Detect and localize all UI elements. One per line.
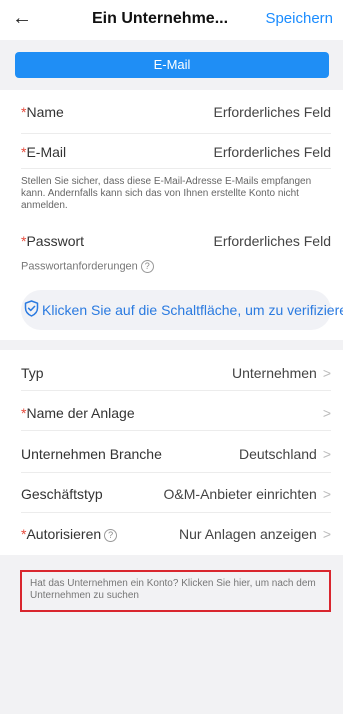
password-requirements[interactable]: Passwortanforderungen?	[21, 260, 154, 273]
business-type-value: O&M-Anbieter einrichten >	[164, 486, 331, 502]
chevron-right-icon: >	[322, 446, 331, 462]
type-value-text: Unternehmen	[231, 365, 317, 381]
email-label: *E-Mail	[21, 144, 66, 160]
type-label: Typ	[21, 365, 44, 381]
details-section: Typ Unternehmen > *Name der Anlage > Unte…	[0, 350, 343, 555]
authorize-value: Nur Anlagen anzeigen >	[179, 526, 331, 542]
password-label: *Passwort	[21, 233, 84, 249]
email-input[interactable]: Erforderliches Feld	[214, 144, 332, 160]
name-label-text: Name	[26, 104, 64, 120]
authorize-label: *Autorisieren?	[21, 526, 118, 542]
question-icon[interactable]: ?	[140, 260, 154, 273]
divider	[21, 512, 331, 513]
authorize-label-text: Autorisieren	[26, 526, 102, 542]
divider	[21, 472, 331, 473]
divider	[21, 168, 331, 169]
verify-button[interactable]: Klicken Sie auf die Schaltfläche, um zu …	[21, 290, 343, 330]
search-company-hint[interactable]: Hat das Unternehmen ein Konto? Klicken S…	[20, 570, 331, 612]
question-icon[interactable]: ?	[104, 528, 118, 542]
password-requirements-text: Passwortanforderungen	[21, 260, 138, 273]
section-gap	[0, 340, 343, 350]
tab-bar: E-Mail	[0, 40, 343, 90]
branch-label: Unternehmen Branche	[21, 446, 162, 462]
account-section: *Name Erforderliches Feld *E-Mail Erford…	[0, 90, 343, 340]
name-input[interactable]: Erforderliches Feld	[214, 104, 332, 120]
chevron-right-icon: >	[322, 486, 331, 502]
verify-label: Klicken Sie auf die Schaltfläche, um zu …	[42, 302, 343, 318]
password-input[interactable]: Erforderliches Feld	[214, 233, 332, 249]
type-value: Unternehmen >	[232, 365, 331, 381]
shield-check-icon	[24, 300, 39, 317]
authorize-value-text: Nur Anlagen anzeigen	[179, 526, 317, 542]
divider	[21, 390, 331, 391]
tab-email[interactable]: E-Mail	[15, 52, 329, 78]
name-label: *Name	[21, 104, 64, 120]
email-helper-text: Stellen Sie sicher, dass diese E-Mail-Ad…	[21, 176, 312, 211]
branch-value-text: Deutschland	[238, 446, 317, 462]
business-type-label: Geschäftstyp	[21, 486, 103, 502]
plant-name-value: >	[317, 405, 331, 421]
business-type-value-text: O&M-Anbieter einrichten	[163, 486, 317, 502]
chevron-right-icon: >	[322, 405, 331, 421]
divider	[21, 133, 331, 134]
plant-name-label-text: Name der Anlage	[26, 405, 135, 421]
page-title: Ein Unternehme...	[92, 10, 229, 27]
search-company-hint-text: Hat das Unternehmen ein Konto? Klicken S…	[30, 578, 316, 601]
chevron-right-icon: >	[322, 365, 331, 381]
save-button[interactable]: Speichern	[265, 10, 333, 27]
email-label-text: E-Mail	[26, 144, 67, 160]
chevron-right-icon: >	[322, 526, 331, 542]
divider	[21, 430, 331, 431]
plant-name-label: *Name der Anlage	[21, 405, 135, 421]
branch-value: Deutschland >	[239, 446, 331, 462]
top-bar: ← Ein Unternehme... Speichern	[0, 0, 343, 40]
password-label-text: Passwort	[26, 233, 85, 249]
back-arrow-icon[interactable]: ←	[12, 7, 32, 30]
